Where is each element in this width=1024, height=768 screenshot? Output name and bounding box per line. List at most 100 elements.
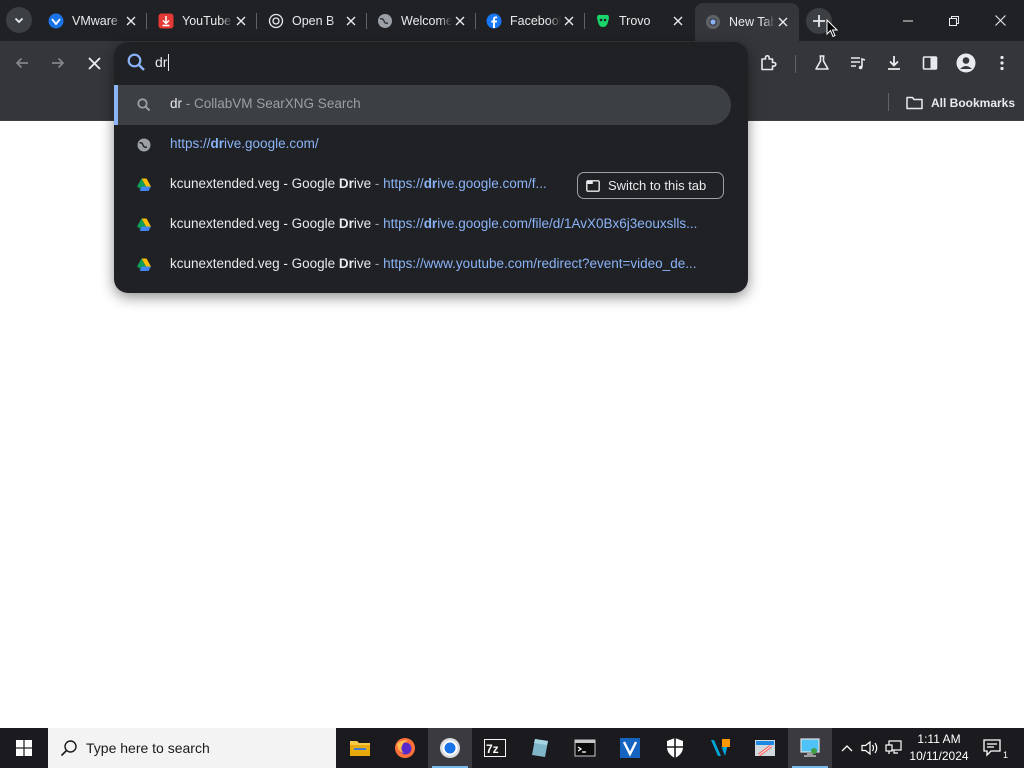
- chatgpt-icon: [268, 13, 284, 28]
- chevron-down-icon: [14, 17, 24, 24]
- search-icon: [127, 53, 145, 71]
- taskbar-app-notes[interactable]: [518, 728, 562, 768]
- tab-close-icon[interactable]: [233, 13, 249, 29]
- selection-indicator: [114, 85, 118, 125]
- network-button[interactable]: [882, 728, 906, 768]
- tab-close-icon[interactable]: [452, 13, 468, 29]
- tab-facebook[interactable]: Facebook: [476, 5, 585, 36]
- side-panel-button[interactable]: [916, 49, 944, 77]
- close-icon: [87, 56, 101, 70]
- tab-youtube[interactable]: YouTube: [148, 5, 257, 36]
- taskbar-chrome[interactable]: [428, 728, 472, 768]
- tab-title: Facebook: [510, 13, 561, 28]
- tab-close-icon[interactable]: [343, 13, 359, 29]
- tab-title: New Tab: [729, 15, 775, 29]
- notebook-icon: [532, 739, 548, 757]
- side-panel-icon: [922, 56, 938, 70]
- tab-close-icon[interactable]: [775, 14, 791, 30]
- suggestion-text: kcunextended.veg - Google Drive - https:…: [170, 176, 547, 191]
- trovo-icon: [597, 14, 609, 27]
- omnibox-dropdown: dr dr - CollabVM SearXNG Search https://…: [114, 42, 748, 293]
- globe-icon: [137, 138, 151, 152]
- suggestion-text: dr - CollabVM SearXNG Search: [170, 96, 361, 111]
- folder-icon: [906, 96, 923, 110]
- windows-logo-icon: [16, 740, 32, 756]
- media-controls-button[interactable]: [844, 49, 872, 77]
- download-icon: [888, 56, 900, 70]
- tab-vmware[interactable]: VMware: [38, 5, 147, 36]
- switch-to-tab-label: Switch to this tab: [608, 178, 707, 193]
- toolbar-separator: [795, 55, 796, 73]
- tab-trovo[interactable]: Trovo: [585, 5, 694, 36]
- all-bookmarks-label: All Bookmarks: [931, 96, 1016, 110]
- chevron-up-icon: [841, 745, 853, 752]
- plus-icon: [813, 15, 825, 27]
- taskbar-firefox[interactable]: [383, 728, 427, 768]
- switch-to-tab-button[interactable]: Switch to this tab: [577, 172, 724, 199]
- tray-overflow-button[interactable]: [836, 728, 858, 768]
- suggestion-history[interactable]: kcunextended.veg - Google Drive - https:…: [114, 165, 748, 205]
- taskbar-installer[interactable]: [743, 728, 787, 768]
- 7zip-icon: 7z: [484, 739, 506, 757]
- address-bar[interactable]: dr: [114, 42, 748, 82]
- tab-title: Open B: [292, 13, 335, 28]
- profile-button[interactable]: [952, 49, 980, 77]
- menu-button[interactable]: [988, 49, 1016, 77]
- start-button[interactable]: [0, 728, 48, 768]
- taskbar-vegas[interactable]: [608, 728, 652, 768]
- suggestion-history[interactable]: kcunextended.veg - Google Drive - https:…: [114, 205, 748, 245]
- firefox-icon: [395, 738, 415, 758]
- downloads-button[interactable]: [880, 49, 908, 77]
- taskbar-app-v[interactable]: [698, 728, 742, 768]
- tab-open-b[interactable]: Open B: [258, 5, 367, 36]
- suggestion-search[interactable]: dr - CollabVM SearXNG Search: [114, 85, 731, 125]
- close-window-button[interactable]: [977, 0, 1023, 41]
- address-input-text: dr: [155, 54, 168, 70]
- windows-taskbar: Type here to search 7z 1:11 AM 10/11/202…: [0, 728, 1024, 768]
- taskbar-clock[interactable]: 1:11 AM 10/11/2024: [908, 731, 970, 765]
- tab-search-button[interactable]: [6, 7, 32, 33]
- tab-icon: [586, 179, 600, 192]
- restore-button[interactable]: [931, 0, 977, 41]
- notification-center-button[interactable]: 1: [976, 728, 1010, 768]
- taskbar-security[interactable]: [653, 728, 697, 768]
- search-icon: [60, 740, 77, 757]
- clock-date: 10/11/2024: [909, 749, 969, 763]
- taskbar-search-box[interactable]: Type here to search: [48, 728, 336, 768]
- all-bookmarks-button[interactable]: All Bookmarks: [906, 92, 1015, 114]
- extensions-button[interactable]: [754, 49, 782, 77]
- stop-loading-button[interactable]: [80, 49, 108, 77]
- back-button[interactable]: [8, 49, 36, 77]
- suggestion-url-text: https://drive.google.com/: [170, 136, 319, 151]
- taskbar-file-explorer[interactable]: [338, 728, 382, 768]
- tab-new-tab[interactable]: New Tab: [695, 3, 799, 41]
- suggestion-history[interactable]: kcunextended.veg - Google Drive - https:…: [114, 245, 748, 285]
- tab-close-icon[interactable]: [670, 13, 686, 29]
- text-caret: [168, 53, 170, 71]
- tab-welcome[interactable]: Welcome: [367, 5, 476, 36]
- taskbar-control-panel[interactable]: [788, 728, 832, 768]
- suggestion-url[interactable]: https://drive.google.com/: [114, 125, 748, 165]
- youtube-download-icon: [158, 13, 174, 28]
- forward-button[interactable]: [44, 49, 72, 77]
- taskbar-terminal[interactable]: [563, 728, 607, 768]
- close-icon: [994, 15, 1006, 26]
- taskbar-7zip[interactable]: 7z: [473, 728, 517, 768]
- minimize-icon: [903, 20, 913, 21]
- forward-arrow-icon: [52, 57, 65, 69]
- tab-close-icon[interactable]: [123, 13, 139, 29]
- shield-icon: [667, 738, 683, 758]
- minimize-button[interactable]: [885, 0, 931, 41]
- tab-separator: [256, 13, 257, 29]
- tab-title: Welcome: [401, 13, 452, 28]
- search-icon: [137, 98, 151, 112]
- vmware-icon: [48, 13, 64, 28]
- mouse-cursor-icon: [826, 19, 838, 38]
- control-panel-icon: [800, 738, 820, 757]
- google-drive-icon: [137, 258, 151, 271]
- tab-close-icon[interactable]: [561, 13, 577, 29]
- tab-strip: VMware YouTube Open B Welcome Facebook T…: [0, 0, 1024, 41]
- labs-button[interactable]: [808, 49, 836, 77]
- taskbar-search-placeholder: Type here to search: [86, 740, 210, 756]
- volume-button[interactable]: [858, 728, 882, 768]
